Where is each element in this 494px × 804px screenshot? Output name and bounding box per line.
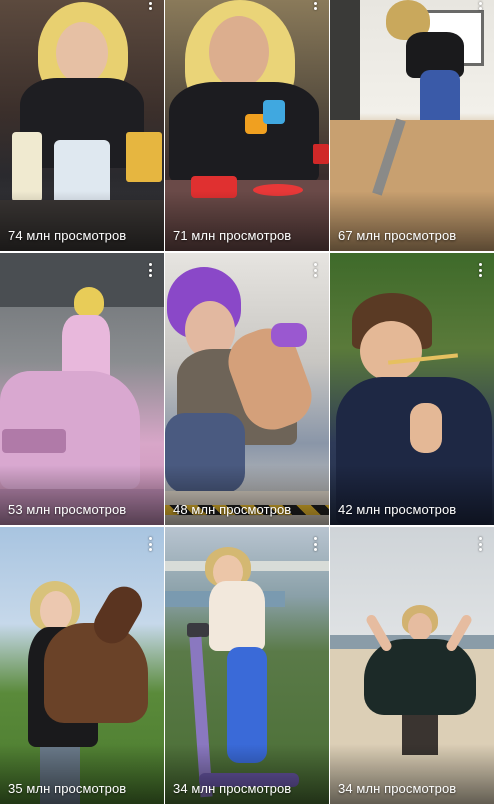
view-count: 34 млн просмотров xyxy=(173,781,292,796)
view-count: 67 млн просмотров xyxy=(338,228,457,243)
more-vertical-icon[interactable] xyxy=(309,0,321,12)
video-thumbnail[interactable]: 71 млн просмотров xyxy=(165,0,329,251)
view-count: 42 млн просмотров xyxy=(338,502,457,517)
more-vertical-icon[interactable] xyxy=(144,0,156,12)
view-count: 35 млн просмотров xyxy=(8,781,127,796)
video-thumbnail[interactable]: 53 млн просмотров xyxy=(0,253,164,525)
more-vertical-icon[interactable] xyxy=(309,261,321,279)
more-vertical-icon[interactable] xyxy=(474,0,486,12)
view-count: 53 млн просмотров xyxy=(8,502,127,517)
video-thumbnail[interactable]: 34 млн просмотров xyxy=(165,527,329,804)
more-vertical-icon[interactable] xyxy=(144,261,156,279)
more-vertical-icon[interactable] xyxy=(144,535,156,553)
view-count: 34 млн просмотров xyxy=(338,781,457,796)
video-thumbnail[interactable]: 42 млн просмотров xyxy=(330,253,494,525)
video-thumbnail[interactable]: 48 млн просмотров xyxy=(165,253,329,525)
more-vertical-icon[interactable] xyxy=(474,261,486,279)
video-grid: 74 млн просмотров 71 млн просмотров 67 м… xyxy=(0,0,494,804)
video-thumbnail[interactable]: 35 млн просмотров xyxy=(0,527,164,804)
view-count: 71 млн просмотров xyxy=(173,228,292,243)
video-thumbnail[interactable]: 34 млн просмотров xyxy=(330,527,494,804)
video-thumbnail[interactable]: 67 млн просмотров xyxy=(330,0,494,251)
more-vertical-icon[interactable] xyxy=(309,535,321,553)
view-count: 48 млн просмотров xyxy=(173,502,292,517)
video-thumbnail[interactable]: 74 млн просмотров xyxy=(0,0,164,251)
view-count: 74 млн просмотров xyxy=(8,228,127,243)
more-vertical-icon[interactable] xyxy=(474,535,486,553)
